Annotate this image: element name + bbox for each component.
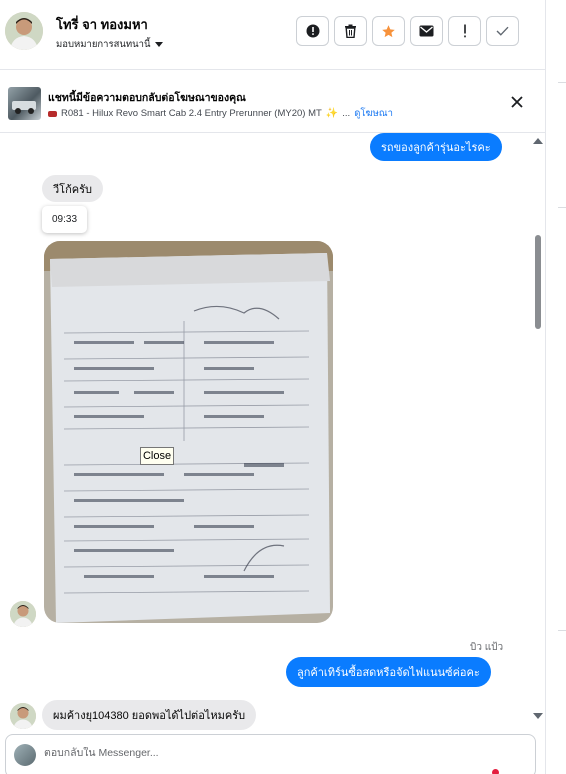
close-icon[interactable] [507, 92, 527, 112]
header-actions [296, 16, 519, 46]
notification-dot [492, 769, 499, 774]
important-button[interactable] [448, 16, 481, 46]
star-button[interactable] [372, 16, 405, 46]
view-ad-link[interactable]: ดูโฆษณา [354, 106, 393, 121]
scrollbar-thumb[interactable] [535, 235, 541, 329]
ad-thumbnail[interactable] [8, 87, 41, 120]
exclamation-icon [463, 24, 466, 38]
scroll-up-arrow-icon[interactable] [533, 138, 543, 144]
assign-label: มอบหมายการสนทนานี้ [56, 39, 151, 50]
envelope-icon [419, 25, 434, 37]
sparkle-icon: ✨ [325, 108, 339, 119]
incoming-message[interactable]: ผมค้างยุ104380 ยอดพอได้ไปต่อไหมครับ [42, 700, 257, 730]
close-tooltip: Close [140, 447, 174, 465]
scroll-down-arrow-icon[interactable] [533, 713, 543, 719]
check-icon [496, 26, 509, 36]
mark-unread-button[interactable] [410, 16, 443, 46]
attached-photo[interactable] [44, 241, 333, 623]
contact-name[interactable]: โทรี่ จา ทองมหา [56, 14, 148, 35]
panel-divider [545, 0, 546, 774]
car-icon [48, 110, 57, 117]
adjacent-panel-edge [555, 0, 566, 774]
message-text: วีโก้ครับ [53, 183, 92, 196]
page-avatar [14, 744, 36, 766]
adjacent-divider [558, 630, 566, 631]
message-text: ลูกค้าเทิร์นซื้อสดหรือจัดไฟแนนซ์ค่อคะ [297, 667, 480, 679]
adjacent-divider [558, 82, 566, 83]
ad-reply-banner: แชทนี้มีข้อความตอบกลับต่อโฆษณาของคุณ R08… [0, 70, 545, 133]
contact-avatar-small [10, 601, 36, 627]
assign-conversation-dropdown[interactable]: มอบหมายการสนทนานี้ [56, 37, 163, 52]
sender-name: บิว แป้ว [470, 642, 504, 653]
trash-icon [345, 24, 356, 38]
ad-ellipsis: ... [342, 108, 351, 119]
message-text: รถของลูกค้ารุ่นอะไรคะ [381, 142, 491, 154]
banner-title: แชทนี้มีข้อความตอบกลับต่อโฆษณาของคุณ [48, 92, 246, 104]
exclamation-circle-icon [306, 24, 319, 38]
ad-text: R081 - Hilux Revo Smart Cab 2.4 Entry Pr… [61, 108, 322, 119]
message-timestamp: 09:33 [42, 206, 87, 233]
delete-button[interactable] [334, 16, 367, 46]
caret-down-icon [154, 42, 163, 47]
message-text: ผมค้างยุ104380 ยอดพอได้ไปต่อไหมครับ [53, 710, 246, 722]
reply-composer [5, 734, 536, 774]
reply-input[interactable] [44, 747, 524, 759]
contact-avatar-small [10, 703, 36, 729]
outgoing-message[interactable]: ลูกค้าเทิร์นซื้อสดหรือจัดไฟแนนซ์ค่อคะ [286, 657, 491, 687]
outgoing-message[interactable]: รถของลูกค้ารุ่นอะไรคะ [370, 133, 502, 161]
done-button[interactable] [486, 16, 519, 46]
report-button[interactable] [296, 16, 329, 46]
adjacent-divider [558, 207, 566, 208]
contact-avatar[interactable] [5, 12, 43, 50]
star-icon [382, 24, 395, 37]
ad-description: R081 - Hilux Revo Smart Cab 2.4 Entry Pr… [48, 106, 393, 121]
conversation-header: โทรี่ จา ทองมหา มอบหมายการสนทนานี้ [0, 0, 545, 70]
incoming-message[interactable]: วีโก้ครับ [42, 175, 103, 202]
conversation-panel: โทรี่ จา ทองมหา มอบหมายการสนทนานี้ แชทนี… [0, 0, 566, 774]
